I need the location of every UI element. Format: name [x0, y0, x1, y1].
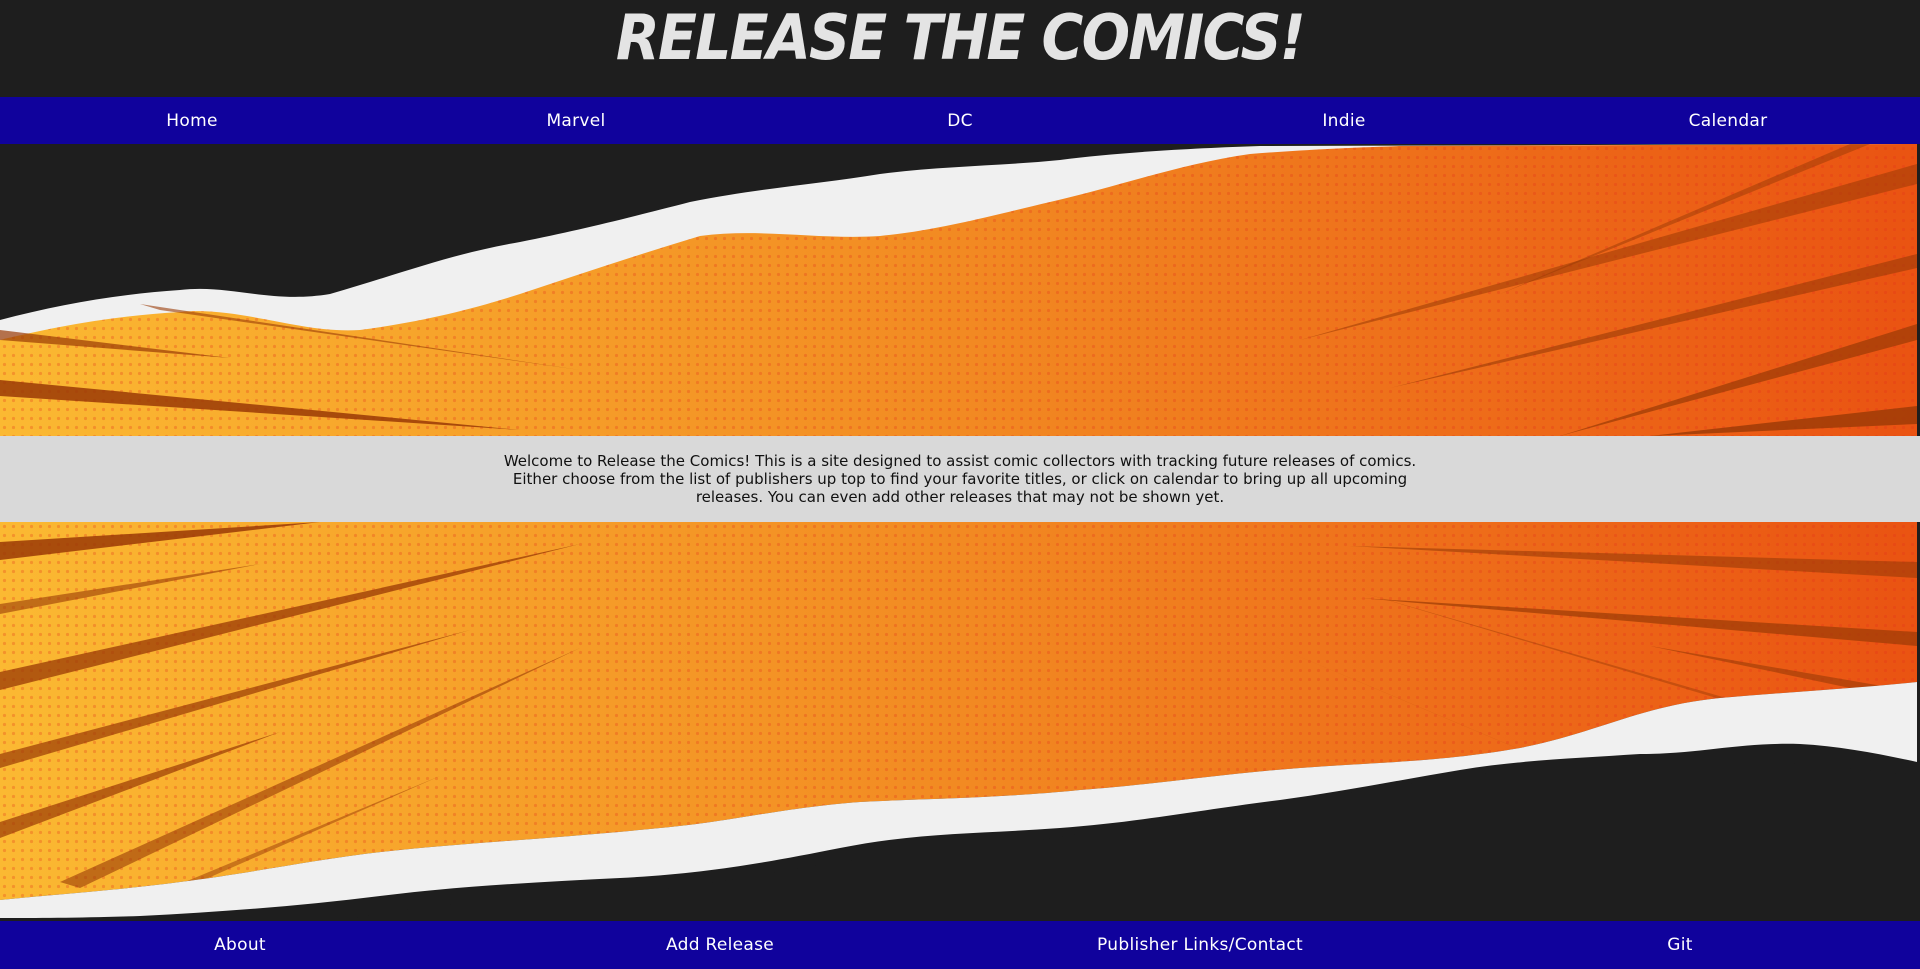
- nav-item-dc: DC: [768, 111, 1152, 131]
- nav-link-home[interactable]: Home: [166, 111, 217, 131]
- footer-link-about[interactable]: About: [214, 935, 266, 955]
- nav-link-marvel[interactable]: Marvel: [546, 111, 605, 131]
- bottom-nav: About Add Release Publisher Links/Contac…: [0, 921, 1920, 969]
- nav-item-marvel: Marvel: [384, 111, 768, 131]
- site-header: Release the Comics!: [0, 0, 1920, 97]
- intro-section: Welcome to Release the Comics! This is a…: [0, 436, 1920, 522]
- top-nav: Home Marvel DC Indie Calendar: [0, 97, 1920, 144]
- footer-item-about: About: [0, 935, 480, 955]
- footer-item-add-release: Add Release: [480, 935, 960, 955]
- comic-burst-image-top: [0, 144, 1917, 436]
- footer-link-git[interactable]: Git: [1667, 935, 1692, 955]
- intro-text: Welcome to Release the Comics! This is a…: [503, 452, 1417, 506]
- nav-item-home: Home: [0, 111, 384, 131]
- comic-burst-image-bottom: [0, 522, 1917, 921]
- nav-link-dc[interactable]: DC: [947, 111, 973, 131]
- footer-link-publisher-links[interactable]: Publisher Links/Contact: [1097, 935, 1303, 955]
- site-title: Release the Comics!: [615, 1, 1306, 74]
- comic-burst-banner-bottom: [0, 522, 1917, 921]
- footer-item-publisher-links: Publisher Links/Contact: [960, 935, 1440, 955]
- nav-item-indie: Indie: [1152, 111, 1536, 131]
- nav-item-calendar: Calendar: [1536, 111, 1920, 131]
- footer-item-git: Git: [1440, 935, 1920, 955]
- comic-burst-banner-top: [0, 144, 1917, 436]
- nav-link-indie[interactable]: Indie: [1322, 111, 1365, 131]
- footer-link-add-release[interactable]: Add Release: [666, 935, 774, 955]
- nav-link-calendar[interactable]: Calendar: [1689, 111, 1768, 131]
